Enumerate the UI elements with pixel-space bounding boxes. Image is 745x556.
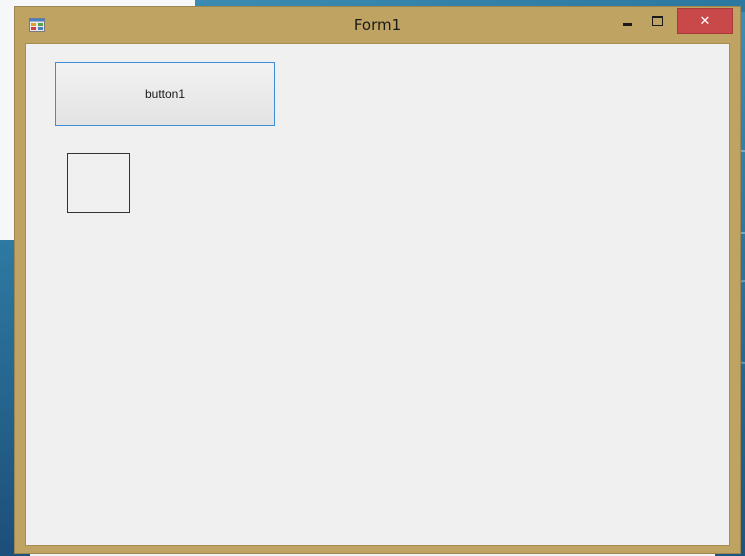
form-client-area: button1 <box>25 43 730 546</box>
maximize-icon <box>651 16 663 26</box>
close-button[interactable]: ✕ <box>677 8 733 34</box>
form1-window: Form1 ✕ button1 <box>14 6 741 554</box>
minimize-button[interactable] <box>613 8 641 34</box>
panel1 <box>67 153 130 213</box>
title-bar[interactable]: Form1 ✕ <box>15 7 740 43</box>
maximize-button[interactable] <box>643 8 671 34</box>
minimize-icon <box>622 22 632 26</box>
close-icon: ✕ <box>699 13 711 29</box>
button1[interactable]: button1 <box>55 62 275 126</box>
